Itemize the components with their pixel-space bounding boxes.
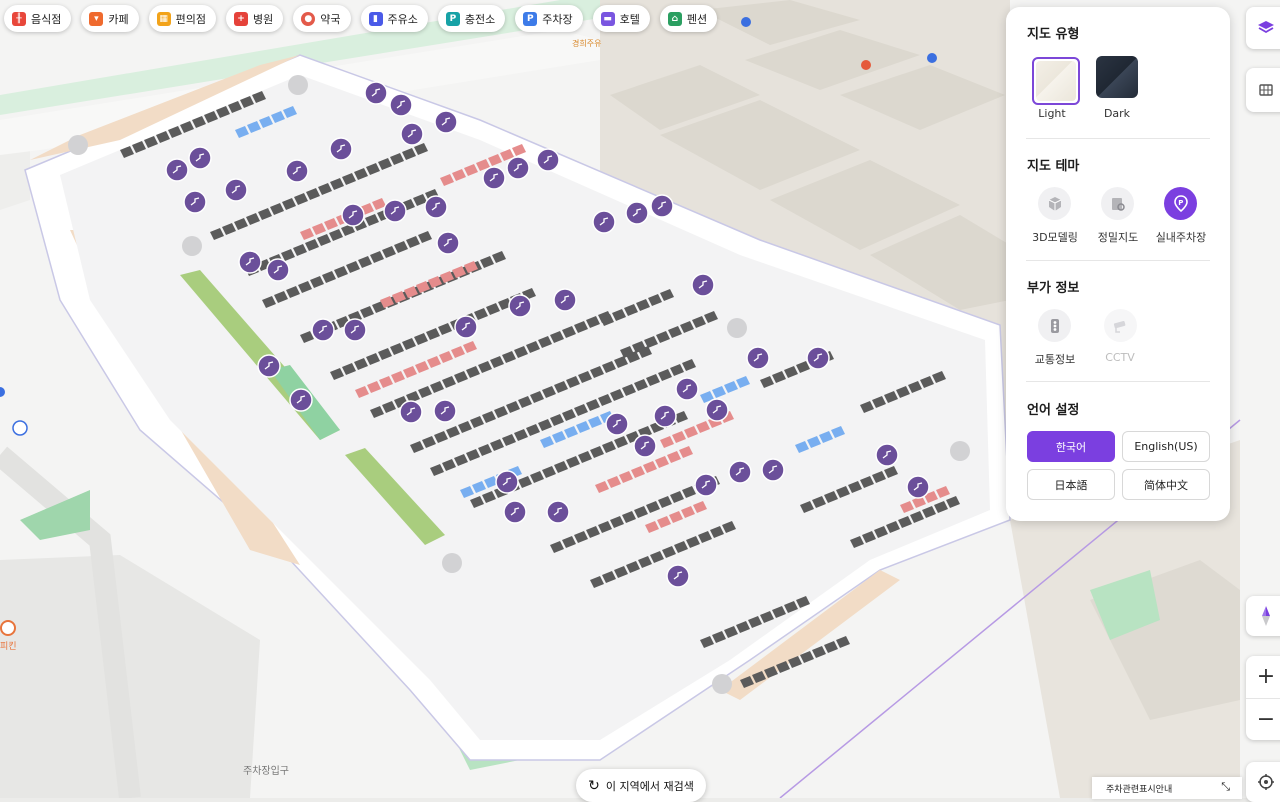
- traffic-info-button[interactable]: [1038, 309, 1071, 342]
- chip-label: 주유소: [387, 12, 418, 26]
- divider: [1026, 381, 1210, 382]
- divider: [1026, 138, 1210, 139]
- zoom-control: + −: [1246, 656, 1280, 740]
- chip-restaurant[interactable]: ╫ 음식점: [4, 5, 72, 32]
- food-poi-label[interactable]: 피킨: [0, 639, 17, 652]
- food-poi-icon[interactable]: [0, 620, 16, 636]
- divider: [1026, 260, 1210, 261]
- map-settings-panel: 지도 유형 Light Dark 지도 테마 P 3D모델링 정밀지도 실내주차…: [1006, 7, 1230, 521]
- theme-3d-modeling-button[interactable]: [1038, 187, 1071, 220]
- my-location-button[interactable]: [1246, 762, 1280, 802]
- chip-hospital[interactable]: + 병원: [226, 5, 284, 32]
- map-type-dark-label: Dark: [1103, 107, 1131, 120]
- research-area-button[interactable]: ↻ 이 지역에서 재검색: [576, 769, 706, 802]
- chip-hotel[interactable]: ▬ 호텔: [592, 5, 650, 32]
- chip-label: 음식점: [31, 12, 62, 26]
- layers-icon: [1258, 21, 1274, 34]
- store-icon: ▦: [156, 11, 171, 26]
- chip-label: 카페: [108, 12, 129, 26]
- hospital-cross-icon: +: [234, 11, 248, 26]
- fork-knife-icon: ╫: [12, 11, 26, 26]
- pill-icon: ●: [301, 11, 316, 26]
- language-title: 언어 설정: [1027, 403, 1080, 418]
- gas-station-label: 경희주유: [572, 39, 602, 48]
- theme-indoor-parking-label: 실내주차장: [1155, 231, 1207, 244]
- theme-precision-map-label: 정밀지도: [1097, 231, 1139, 244]
- map-type-dark-option[interactable]: [1096, 56, 1138, 98]
- language-japanese-button[interactable]: 日本語: [1027, 469, 1115, 500]
- extra-info-title: 부가 정보: [1027, 281, 1080, 296]
- zoom-out-button[interactable]: −: [1246, 699, 1280, 741]
- light-map-thumbnail: [1036, 61, 1076, 101]
- language-korean-button[interactable]: 한국어: [1027, 431, 1115, 462]
- traffic-light-icon: [1050, 318, 1059, 333]
- map-tools-button[interactable]: [1246, 68, 1280, 112]
- coffee-cup-icon: ▾: [89, 11, 104, 26]
- chip-pension[interactable]: ⌂ 펜션: [659, 5, 718, 32]
- theme-precision-map-button[interactable]: [1101, 187, 1134, 220]
- language-chinese-button[interactable]: 简体中文: [1122, 469, 1210, 500]
- map-layers-button[interactable]: [1246, 7, 1280, 49]
- chip-parking[interactable]: P 주차장: [515, 5, 583, 32]
- chip-label: 충전소: [464, 12, 496, 26]
- chip-label: 주차장: [542, 12, 573, 26]
- chip-cafe[interactable]: ▾ 카페: [81, 5, 139, 32]
- cctv-icon: [1113, 320, 1125, 333]
- bed-icon: ▬: [600, 11, 615, 26]
- map-type-title: 지도 유형: [1027, 27, 1080, 42]
- zoom-in-button[interactable]: +: [1246, 656, 1280, 699]
- chip-gas-station[interactable]: ▮ 주유소: [360, 5, 428, 32]
- crosshair-icon: [1258, 774, 1274, 790]
- map-type-light-option[interactable]: [1032, 57, 1080, 105]
- compass-icon: [1262, 606, 1270, 626]
- cctv-button[interactable]: [1104, 309, 1137, 342]
- theme-3d-modeling-label: 3D모델링: [1032, 231, 1078, 244]
- chip-convenience-store[interactable]: ▦ 편의점: [148, 5, 216, 32]
- parking-icon: P: [523, 11, 538, 26]
- category-chip-bar: ╫ 음식점 ▾ 카페 ▦ 편의점 + 병원 ● 약국 ▮ 주유소 P 충전소 P…: [4, 5, 718, 32]
- map-theme-title: 지도 테마: [1027, 159, 1080, 174]
- chip-pharmacy[interactable]: ● 약국: [293, 5, 351, 32]
- map-grid-icon: [1259, 84, 1273, 96]
- cube-icon: [1048, 196, 1061, 211]
- map-type-light-label: Light: [1038, 107, 1066, 120]
- cctv-label: CCTV: [1105, 351, 1135, 364]
- expand-icon: ⤡: [1221, 780, 1230, 793]
- parking-notice-link[interactable]: 주차관련표시안내 ⤡: [1092, 777, 1242, 799]
- chip-label: 편의점: [175, 12, 206, 26]
- indoor-parking-icon: P: [1173, 194, 1188, 212]
- chip-charging-station[interactable]: P 충전소: [437, 5, 506, 32]
- parking-entrance-label: 주차장입구: [243, 766, 289, 777]
- chip-label: 펜션: [686, 12, 708, 26]
- refresh-icon: ↻: [588, 777, 600, 794]
- charging-plug-icon: P: [445, 11, 460, 26]
- traffic-info-label: 교통정보: [1034, 353, 1076, 366]
- theme-indoor-parking-button[interactable]: P: [1164, 187, 1197, 220]
- chip-label: 병원: [253, 12, 274, 26]
- svg-text:P: P: [1178, 199, 1183, 207]
- notice-label: 주차관련표시안내: [1106, 784, 1173, 795]
- chip-label: 약국: [320, 12, 341, 26]
- research-label: 이 지역에서 재검색: [605, 779, 694, 793]
- house-icon: ⌂: [667, 11, 682, 26]
- language-english-button[interactable]: English(US): [1122, 431, 1210, 462]
- precision-map-icon: [1111, 197, 1125, 211]
- chip-label: 호텔: [619, 12, 640, 26]
- fuel-pump-icon: ▮: [368, 11, 383, 26]
- compass-button[interactable]: [1246, 596, 1280, 636]
